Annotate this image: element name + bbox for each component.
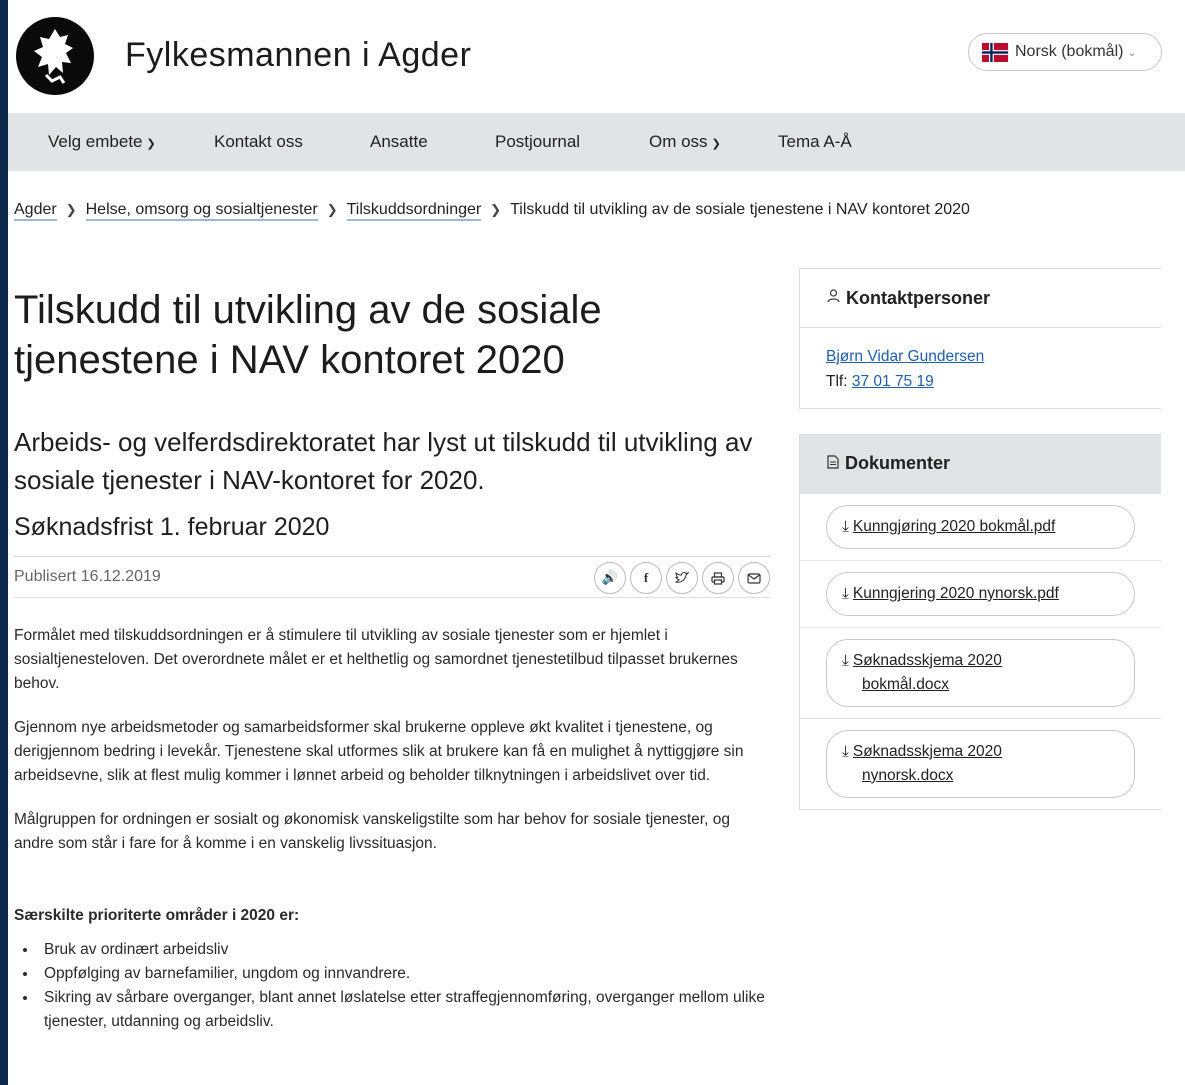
paragraph: Målgruppen for ordningen er sosialt og ø… — [14, 811, 730, 852]
nav-velg-embete[interactable]: Velg embete ❯ — [48, 132, 156, 152]
document-row: ⤓ Kunngjøring 2020 bokmål.pdf — [800, 493, 1161, 560]
priorities-list: Bruk av ordinært arbeidsliv Oppfølging a… — [38, 938, 770, 1034]
chevron-right-icon: ❯ — [490, 202, 502, 217]
document-download-button[interactable]: ⤓ Søknadsskjema 2020 nynorsk.docx — [826, 730, 1135, 798]
document-download-button[interactable]: ⤓ Kunngjøring 2020 bokmål.pdf — [826, 505, 1135, 549]
document-row: ⤓ Kunngjering 2020 nynorsk.pdf — [800, 560, 1161, 627]
publish-row: Publisert 16.12.2019 🔊 f — [14, 556, 770, 598]
documents-heading: Dokumenter — [800, 435, 1161, 493]
nav-tema[interactable]: Tema A-Å — [778, 132, 852, 152]
breadcrumb-helse[interactable]: Helse, omsorg og sosialtjenester — [85, 201, 318, 221]
main-nav: Velg embete ❯ Kontakt oss Ansatte Postjou… — [8, 113, 1185, 171]
chevron-down-icon: ❯ — [711, 138, 721, 150]
chevron-right-icon: ❯ — [326, 202, 338, 217]
phone-label: Tlf: — [826, 373, 848, 390]
nav-om-oss[interactable]: Om oss ❯ — [649, 132, 721, 152]
left-edge-bar — [0, 0, 8, 1085]
language-label: Norsk (bokmål) — [1015, 43, 1124, 60]
email-icon[interactable] — [738, 562, 770, 594]
page-title: Tilskudd til utvikling av de sosiale tjen… — [14, 288, 602, 382]
person-icon — [827, 289, 840, 307]
breadcrumb: Agder ❯ Helse, omsorg og sosialtjenester ❯ T… — [14, 201, 970, 221]
nav-kontakt-oss[interactable]: Kontakt oss — [214, 132, 303, 152]
site-header: Fylkesmannen i Agder Norsk (bokmål) ⌄ — [8, 0, 1185, 113]
article: Tilskudd til utvikling av de sosiale tjen… — [14, 285, 770, 1034]
document-icon — [827, 454, 839, 473]
share-buttons: 🔊 f — [594, 562, 770, 594]
breadcrumb-agder[interactable]: Agder — [14, 201, 57, 221]
document-row: ⤓ Søknadsskjema 2020 nynorsk.docx — [800, 718, 1161, 809]
chevron-right-icon: ❯ — [65, 202, 77, 217]
published-date: Publisert 16.12.2019 — [14, 568, 161, 585]
breadcrumb-current: Tilskudd til utvikling av de sosiale tje… — [510, 201, 970, 218]
chevron-down-icon: ⌄ — [1127, 46, 1137, 59]
download-icon: ⤓ — [842, 518, 849, 535]
list-item: Sikring av sårbare overganger, blant ann… — [38, 986, 770, 1034]
nav-postjournal[interactable]: Postjournal — [495, 132, 580, 152]
coat-of-arms-logo[interactable] — [16, 17, 94, 95]
chevron-down-icon: ❯ — [146, 138, 156, 150]
priorities-heading: Særskilte prioriterte områder i 2020 er: — [14, 907, 300, 924]
contact-card: Bjørn Vidar Gundersen Tlf: 37 01 75 19 — [800, 328, 1161, 408]
download-icon: ⤓ — [842, 743, 849, 760]
contacts-heading: Kontaktpersoner — [800, 269, 1161, 328]
facebook-icon[interactable]: f — [630, 562, 662, 594]
norway-flag-icon — [981, 42, 1009, 62]
site-title[interactable]: Fylkesmannen i Agder — [125, 36, 471, 75]
speaker-icon[interactable]: 🔊 — [594, 562, 626, 594]
twitter-icon[interactable] — [666, 562, 698, 594]
print-icon[interactable] — [702, 562, 734, 594]
document-row: ⤓ Søknadsskjema 2020 bokmål.docx — [800, 627, 1161, 718]
download-icon: ⤓ — [842, 585, 849, 602]
nav-ansatte[interactable]: Ansatte — [370, 132, 428, 152]
phone-link[interactable]: 37 01 75 19 — [852, 373, 934, 390]
contacts-box: Kontaktpersoner Bjørn Vidar Gundersen Tl… — [799, 268, 1161, 409]
document-download-button[interactable]: ⤓ Kunngjering 2020 nynorsk.pdf — [826, 572, 1135, 616]
list-item: Oppfølging av barnefamilier, ungdom og i… — [38, 962, 770, 986]
language-selector[interactable]: Norsk (bokmål) ⌄ — [968, 33, 1162, 71]
sidebar: Kontaktpersoner Bjørn Vidar Gundersen Tl… — [799, 268, 1161, 810]
download-icon: ⤓ — [842, 652, 849, 669]
application-deadline: Søknadsfrist 1. februar 2020 — [14, 513, 330, 541]
documents-box: Dokumenter ⤓ Kunngjøring 2020 bokmål.pdf … — [799, 434, 1161, 810]
document-download-button[interactable]: ⤓ Søknadsskjema 2020 bokmål.docx — [826, 639, 1135, 707]
article-body: Formålet med tilskuddsordningen er å sti… — [14, 624, 770, 1034]
paragraph: Formålet med tilskuddsordningen er å sti… — [14, 627, 738, 692]
list-item: Bruk av ordinært arbeidsliv — [38, 938, 770, 962]
contact-name-link[interactable]: Bjørn Vidar Gundersen — [826, 348, 984, 365]
breadcrumb-tilskuddsordninger[interactable]: Tilskuddsordninger — [346, 201, 482, 221]
article-ingress: Arbeids- og velferdsdirektoratet har lys… — [14, 427, 753, 495]
paragraph: Gjennom nye arbeidsmetoder og samarbeids… — [14, 719, 744, 784]
